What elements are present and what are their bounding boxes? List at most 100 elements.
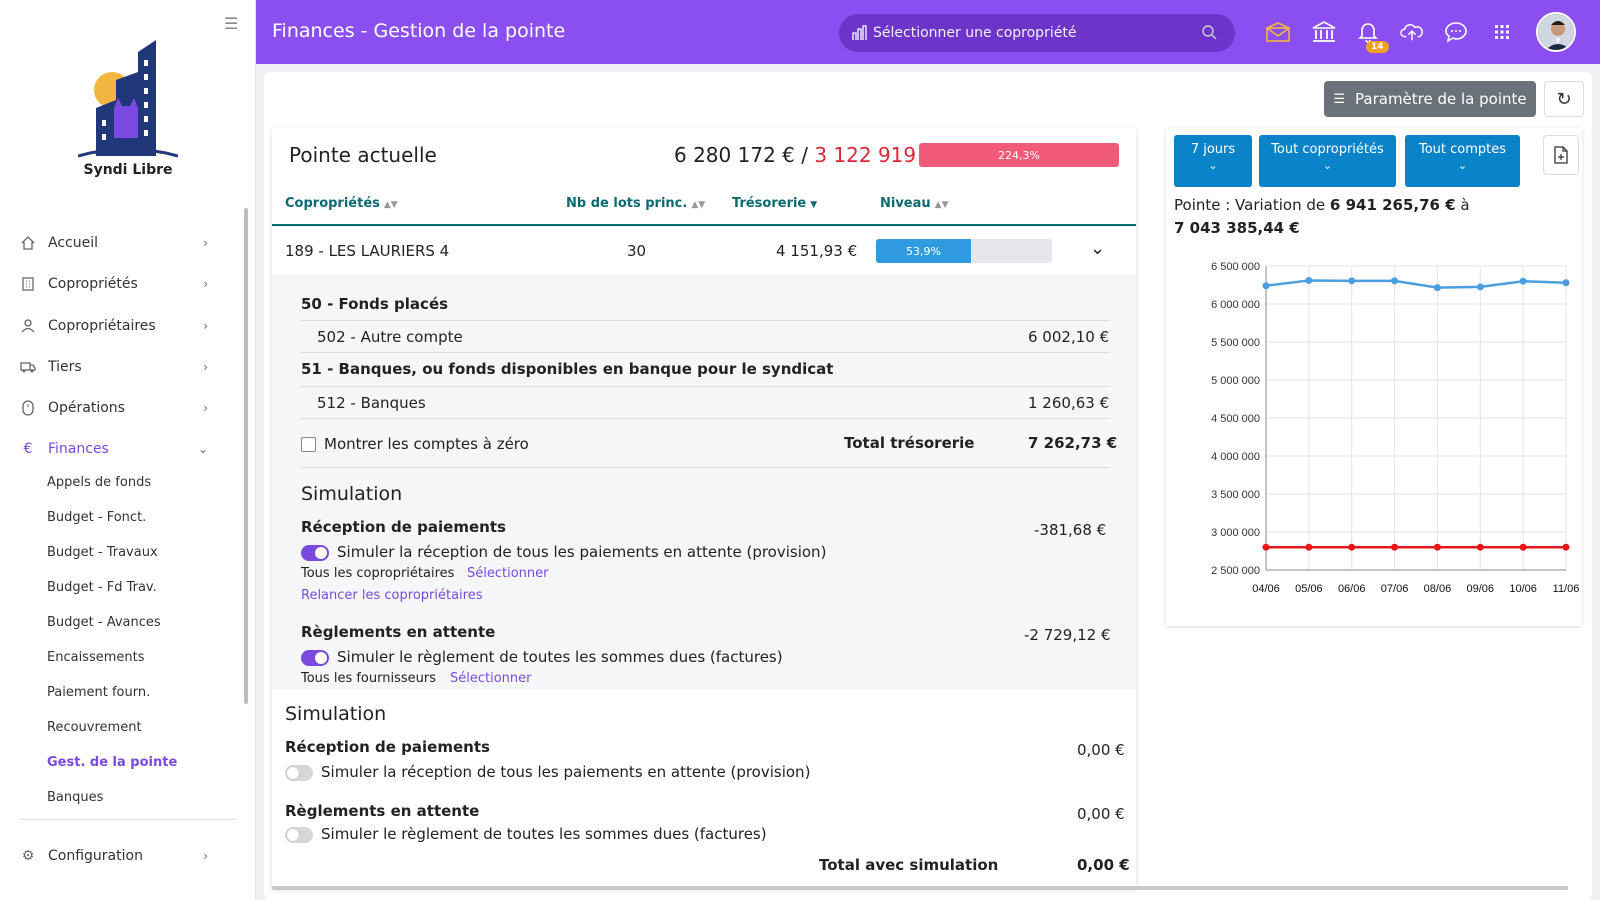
sidebar-item-configuration[interactable]: ⚙ Configuration ›	[20, 841, 216, 871]
y-tick-label: 5 500 000	[1211, 337, 1260, 349]
sidebar-sub-budget-avances[interactable]: Budget - Avances	[47, 615, 161, 630]
select-fournisseurs-link[interactable]: Sélectionner	[450, 671, 532, 686]
horizontal-scrollbar[interactable]	[272, 886, 1568, 890]
sidebar-item-tiers[interactable]: Tiers ›	[20, 352, 216, 382]
col-header-niveau[interactable]: Niveau ▲▼	[880, 196, 949, 211]
param-pointe-label: Paramètre de la pointe	[1355, 90, 1527, 108]
sidebar-item-accueil[interactable]: Accueil ›	[20, 228, 216, 258]
col-header-nb-lots[interactable]: Nb de lots princ. ▲▼	[566, 196, 705, 211]
sidebar-item-label: Accueil	[48, 235, 98, 251]
show-zero-checkbox[interactable]	[301, 437, 316, 452]
sidebar-sub-gest-pointe[interactable]: Gest. de la pointe	[47, 755, 177, 770]
avatar[interactable]	[1536, 12, 1576, 52]
data-point	[1305, 276, 1313, 284]
reglements-title: Règlements en attente	[285, 802, 480, 820]
data-point	[1476, 283, 1484, 291]
reception-toggle[interactable]	[285, 765, 313, 781]
data-point	[1519, 277, 1527, 285]
sidebar-sub-banques[interactable]: Banques	[47, 790, 103, 805]
reception-title: Réception de paiements	[301, 518, 506, 536]
param-pointe-button[interactable]: ☰ Paramètre de la pointe	[1324, 81, 1536, 117]
sort-icon: ▲▼	[691, 200, 706, 210]
sort-desc-icon: ▼	[810, 200, 818, 210]
menu-collapse-icon[interactable]: ☰	[224, 14, 238, 33]
show-zero-label: Montrer les comptes à zéro	[324, 435, 529, 453]
list-icon: ☰	[1333, 91, 1346, 107]
pointe-level-bar: 224,3%	[919, 143, 1119, 167]
data-point	[1476, 543, 1484, 551]
copro-filter-button[interactable]: Tout copropriétés ⌄	[1259, 135, 1396, 187]
sidebar-item-label: Copropriétés	[48, 276, 138, 292]
chevron-right-icon: ›	[203, 319, 208, 333]
cloud-upload-icon[interactable]	[1400, 20, 1424, 44]
reglements-value: -2 729,12 €	[1024, 626, 1111, 644]
period-label: 7 jours	[1190, 142, 1236, 157]
sidebar-item-coproprietes[interactable]: Copropriétés ›	[20, 269, 216, 299]
total-seuil: 3 122 919 €	[814, 143, 936, 167]
data-point	[1262, 543, 1270, 551]
sidebar-sub-budget-fonct[interactable]: Budget - Fonct.	[47, 510, 146, 525]
refresh-button[interactable]: ↻	[1544, 81, 1584, 117]
notification-badge: 14	[1366, 41, 1389, 53]
comptes-filter-button[interactable]: Tout comptes ⌄	[1405, 135, 1520, 187]
export-pdf-button[interactable]	[1543, 135, 1579, 175]
bank-icon[interactable]	[1312, 20, 1336, 44]
reglements-toggle[interactable]	[301, 650, 329, 666]
sidebar-item-label: Copropriétaires	[48, 318, 156, 334]
x-tick-label: 07/06	[1381, 583, 1409, 595]
sidebar-divider	[20, 819, 236, 820]
sidebar-item-finances[interactable]: € Finances ⌄	[20, 434, 216, 464]
sidebar-sub-budget-fd-trav[interactable]: Budget - Fd Trav.	[47, 580, 157, 595]
select-coproprietaires-link[interactable]: Sélectionner	[467, 566, 549, 581]
sidebar-item-label: Finances	[48, 441, 109, 457]
x-tick-label: 08/06	[1424, 583, 1452, 595]
sidebar-scrollbar[interactable]	[244, 208, 248, 704]
sidebar-item-operations[interactable]: Opérations ›	[20, 393, 216, 423]
col-header-tresorerie[interactable]: Trésorerie ▼	[732, 196, 817, 211]
reglements-title: Règlements en attente	[301, 623, 496, 641]
chat-icon[interactable]	[1444, 20, 1468, 44]
data-point	[1433, 543, 1441, 551]
col-label: Nb de lots princ.	[566, 196, 688, 211]
niveau-bar: 53,9%	[876, 239, 971, 263]
sidebar-sub-budget-travaux[interactable]: Budget - Travaux	[47, 545, 158, 560]
row-copro-name[interactable]: 189 - LES LAURIERS 4	[285, 242, 449, 260]
sidebar-sub-encaissements[interactable]: Encaissements	[47, 650, 145, 665]
period-filter-button[interactable]: 7 jours ⌄	[1174, 135, 1252, 187]
sidebar-sub-recouvrement[interactable]: Recouvrement	[47, 720, 142, 735]
simulation-title: Simulation	[285, 703, 387, 725]
data-point	[1433, 284, 1441, 292]
sidebar-sub-appels[interactable]: Appels de fonds	[47, 475, 151, 490]
reglements-toggle-label: Simuler le règlement de toutes les somme…	[321, 825, 767, 843]
relancer-link[interactable]: Relancer les copropriétaires	[301, 588, 482, 603]
reception-title: Réception de paiements	[285, 738, 490, 756]
total-treso-value: 7 262,73 €	[1028, 434, 1118, 452]
sidebar-sub-paiement-fourn[interactable]: Paiement fourn.	[47, 685, 150, 700]
reglements-value: 0,00 €	[1077, 805, 1125, 823]
search-icon	[1202, 25, 1217, 40]
chevron-down-icon: ⌄	[197, 442, 208, 456]
variation-from: 6 941 265,76 €	[1329, 196, 1456, 214]
search-input[interactable]: Sélectionner une copropriété	[839, 14, 1235, 52]
apps-grid-icon[interactable]	[1490, 20, 1514, 44]
chevron-right-icon: ›	[203, 236, 208, 250]
x-tick-label: 06/06	[1338, 583, 1366, 595]
x-tick-label: 04/06	[1252, 583, 1280, 595]
reglements-toggle[interactable]	[285, 827, 313, 843]
mail-icon[interactable]	[1266, 20, 1290, 44]
reception-scope: Tous les copropriétaires	[301, 566, 455, 581]
data-point	[1562, 543, 1570, 551]
x-tick-label: 05/06	[1295, 583, 1323, 595]
total-simulation-value: 0,00 €	[1077, 856, 1130, 874]
euro-icon: €	[23, 441, 33, 457]
table-header-line	[272, 224, 1136, 226]
data-point	[1391, 277, 1399, 285]
expand-chevron-icon[interactable]: ⌄	[1090, 238, 1105, 259]
page-title: Finances - Gestion de la pointe	[272, 20, 566, 42]
account-row: 512 - Banques	[317, 394, 426, 412]
sidebar-item-coproprietaires[interactable]: Copropriétaires ›	[20, 311, 216, 341]
truck-icon	[20, 359, 36, 375]
col-header-coproprietes[interactable]: Copropriétés ▲▼	[285, 196, 398, 211]
reception-toggle[interactable]	[301, 545, 329, 561]
reglements-scope: Tous les fournisseurs	[301, 671, 436, 686]
